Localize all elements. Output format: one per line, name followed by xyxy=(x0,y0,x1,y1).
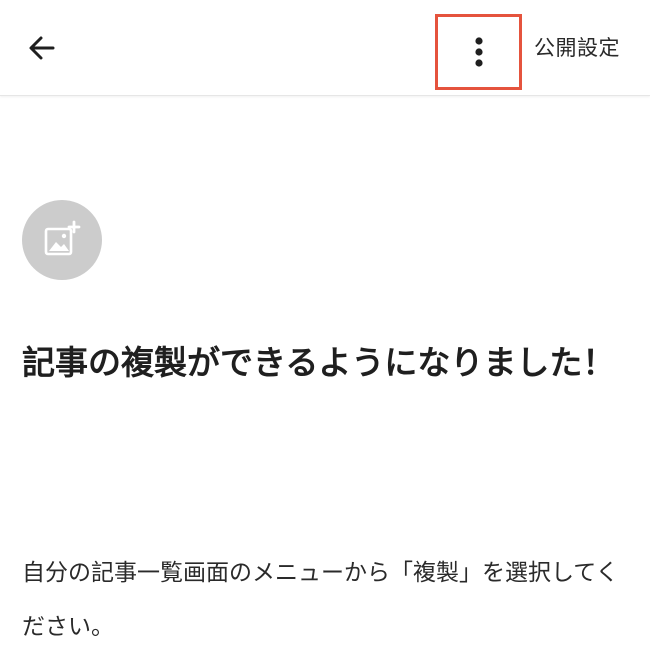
article-title[interactable]: 記事の複製ができるようになりました！ xyxy=(22,336,628,390)
article-body[interactable]: 自分の記事一覧画面のメニューから「複製」を選択してください。 xyxy=(22,546,632,654)
more-options-button[interactable] xyxy=(435,14,522,90)
publish-settings-button[interactable]: 公開設定 xyxy=(534,30,620,66)
arrow-left-icon xyxy=(29,36,55,60)
add-cover-image-button[interactable] xyxy=(22,200,102,280)
back-button[interactable] xyxy=(22,28,62,68)
vertical-dots-icon xyxy=(474,37,483,67)
add-image-icon xyxy=(44,220,81,256)
top-app-bar: 公開設定 xyxy=(0,0,650,96)
